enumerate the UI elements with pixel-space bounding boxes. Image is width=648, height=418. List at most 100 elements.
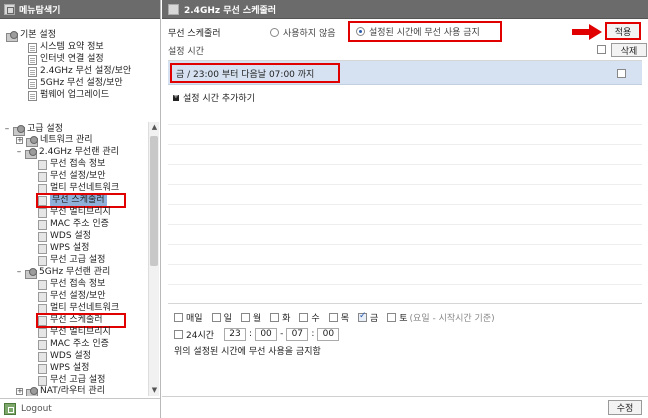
end-minute-input[interactable] <box>317 327 340 341</box>
advanced-tree[interactable]: – 고급 설정 + 네트워크 관리 – 2.4GHz 무선랜 관리 무선 접속 … <box>4 122 159 396</box>
tree-wlan5-management[interactable]: – 5GHz 무선랜 관리 <box>16 267 110 279</box>
schedule-entry-text: 금 / 23:00 부터 다음날 07:00 까지 <box>170 63 340 83</box>
tree-item-wlan24-scheduler[interactable]: 무선 스케줄러 <box>36 193 126 208</box>
tree-item-wlan5-mac-auth[interactable]: MAC 주소 인증 <box>38 339 109 350</box>
end-hour-input[interactable] <box>286 327 309 341</box>
tree-item-wlan5-scheduler[interactable]: 무선 스케줄러 <box>36 313 126 328</box>
document-icon <box>38 183 47 194</box>
day-checkbox[interactable] <box>299 312 309 322</box>
edit-button[interactable]: 수정 <box>608 400 642 415</box>
document-icon <box>38 171 47 182</box>
logout-link[interactable]: Logout <box>0 398 160 418</box>
scheduler-label: 무선 스케줄러 <box>168 28 221 39</box>
day-option[interactable]: 금 <box>357 311 378 324</box>
list-stripe <box>168 105 642 125</box>
tree-item-wlan24-wds[interactable]: WDS 설정 <box>38 231 91 242</box>
expand-icon[interactable]: + <box>16 388 23 395</box>
schedule-entry-checkbox[interactable] <box>617 69 626 78</box>
delete-button[interactable]: 삭제 <box>611 43 647 57</box>
day-option[interactable]: 화 <box>270 311 290 324</box>
day-option[interactable]: 매일 <box>174 311 203 324</box>
collapse-icon[interactable]: – <box>4 124 10 135</box>
day-label: 일 <box>223 313 232 324</box>
day-note: (요일 - 시작시간 기준) <box>409 313 495 324</box>
tree-item-wlan5-access-info[interactable]: 무선 접속 정보 <box>38 279 105 290</box>
day-option[interactable]: 목 <box>328 311 349 324</box>
tree-item-wlan24-multibridge[interactable]: 무선 멀티브리지 <box>38 207 111 218</box>
schedule-entry-row[interactable]: 금 / 23:00 부터 다음날 07:00 까지 <box>168 61 642 85</box>
tree-item-wlan5-wds[interactable]: WDS 설정 <box>38 351 91 362</box>
tree-nat-router-management[interactable]: + NAT/라우터 관리 <box>16 386 105 396</box>
radio-disable[interactable]: 사용하지 않음 <box>270 26 336 39</box>
page-icon <box>28 42 37 53</box>
tree-item-5ghz-wireless[interactable]: 5GHz 무선 설정/보안 <box>28 78 123 89</box>
radio-button-off[interactable] <box>270 28 279 37</box>
time-range-row: 24시간 : - : <box>174 327 340 341</box>
tree-basic-settings[interactable]: 기본 설정 <box>6 30 56 42</box>
tree-scrollbar[interactable]: ▲ ▼ <box>148 122 159 396</box>
document-icon <box>38 207 47 218</box>
page-icon <box>28 54 37 65</box>
list-stripe <box>168 125 642 145</box>
day-option[interactable]: 일 <box>211 311 232 324</box>
tree-item-wlan24-access-info[interactable]: 무선 접속 정보 <box>38 159 105 170</box>
day-option[interactable]: 토 <box>387 311 408 324</box>
document-icon <box>38 363 47 374</box>
scrollbar-thumb[interactable] <box>150 136 158 266</box>
tree-item-wlan5-advanced[interactable]: 무선 고급 설정 <box>38 375 105 386</box>
tree-item-internet-setup[interactable]: 인터넷 연결 설정 <box>28 54 104 65</box>
tree-item-wlan5-multi-network[interactable]: 멀티 무선네트워크 <box>38 303 119 314</box>
expand-icon[interactable]: + <box>16 137 23 144</box>
tree-item-24ghz-wireless[interactable]: 2.4GHz 무선 설정/보안 <box>28 66 131 77</box>
page-icon <box>28 90 37 101</box>
wifi-page-icon <box>28 78 37 89</box>
start-minute-input[interactable] <box>255 327 278 341</box>
apply-button[interactable]: 적용 <box>605 22 641 40</box>
24h-checkbox[interactable] <box>174 329 183 339</box>
scroll-up-arrow-icon[interactable]: ▲ <box>149 122 159 133</box>
select-all-checkbox[interactable] <box>597 45 606 54</box>
tree-item-wlan24-advanced[interactable]: 무선 고급 설정 <box>38 255 105 266</box>
folder-wifi-icon <box>25 147 37 159</box>
tree-item-wlan24-wps[interactable]: WPS 설정 <box>38 243 89 254</box>
document-icon <box>38 339 47 350</box>
collapse-icon[interactable]: – <box>16 147 22 158</box>
day-checkbox[interactable] <box>240 312 250 322</box>
tree-item-wlan24-multi-network[interactable]: 멀티 무선네트워크 <box>38 183 119 194</box>
tree-item-wlan24-security[interactable]: 무선 설정/보안 <box>38 171 106 182</box>
day-label: 매일 <box>186 313 203 324</box>
document-icon <box>38 195 47 206</box>
tree-item-wlan5-security[interactable]: 무선 설정/보안 <box>38 291 106 302</box>
tree-item-wlan5-wps[interactable]: WPS 설정 <box>38 363 89 374</box>
scheduler-panel: 2.4GHz 무선 스케줄러 무선 스케줄러 사용하지 않음 설정된 시간에 무… <box>162 0 648 418</box>
menu-explorer-header: 메뉴탐색기 <box>0 0 160 19</box>
list-stripe <box>168 245 642 265</box>
tree-item-firmware-upgrade[interactable]: 펌웨어 업그레이드 <box>28 90 109 101</box>
tree-item-wlan5-multibridge[interactable]: 무선 멀티브리지 <box>38 327 111 338</box>
day-checkbox[interactable] <box>270 312 280 322</box>
scroll-down-arrow-icon[interactable]: ▼ <box>149 385 159 396</box>
start-hour-input[interactable] <box>224 327 247 341</box>
day-option[interactable]: 월 <box>240 311 261 324</box>
day-checkbox[interactable] <box>357 311 367 322</box>
collapse-icon[interactable]: – <box>16 267 22 278</box>
tree-advanced-settings[interactable]: – 고급 설정 <box>4 124 63 136</box>
add-schedule-time-link[interactable]: 설정 시간 추가하기 <box>173 91 255 104</box>
day-checkbox[interactable] <box>174 312 183 322</box>
day-checkbox[interactable] <box>387 312 397 322</box>
list-stripe <box>168 185 642 205</box>
radio-block-at-time[interactable]: 설정된 시간에 무선 사용 금지 <box>348 21 502 42</box>
tree-item-system-summary[interactable]: 시스템 요약 정보 <box>28 42 104 53</box>
radio-button-on[interactable] <box>356 27 365 36</box>
day-checkbox[interactable] <box>211 312 221 322</box>
tree-wlan24-management[interactable]: – 2.4GHz 무선랜 관리 <box>16 147 119 159</box>
day-option[interactable]: 수 <box>299 311 320 324</box>
schedule-description: 위의 설정된 시간에 무선 사용을 금지함 <box>174 347 321 357</box>
plus-icon <box>173 92 179 101</box>
tree-item-wlan24-mac-auth[interactable]: MAC 주소 인증 <box>38 219 109 230</box>
day-checkbox[interactable] <box>328 312 338 322</box>
day-label: 화 <box>282 313 291 324</box>
list-stripe <box>168 145 642 165</box>
document-icon <box>38 291 47 302</box>
tree-network-management[interactable]: + 네트워크 관리 <box>16 135 93 147</box>
